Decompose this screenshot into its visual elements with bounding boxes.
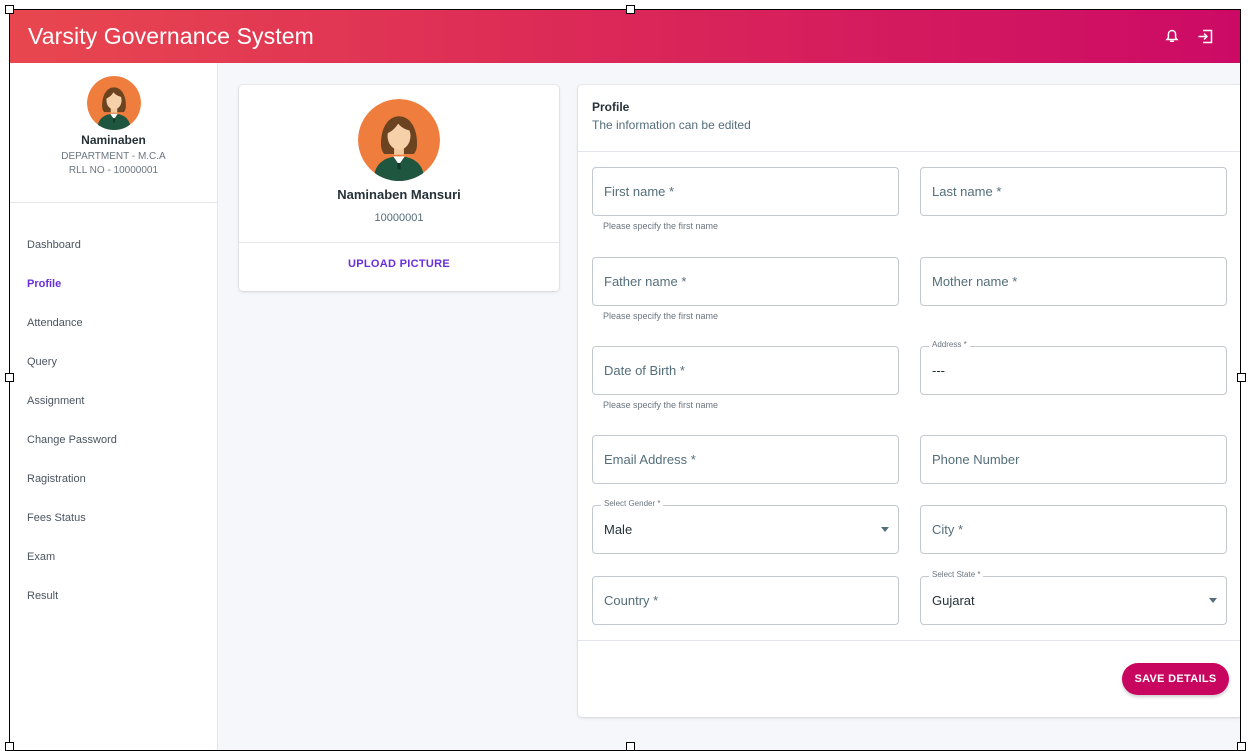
bell-icon[interactable] bbox=[1155, 20, 1189, 54]
form-subtitle: The information can be edited bbox=[592, 118, 751, 132]
form-divider bbox=[578, 640, 1241, 641]
resize-handle[interactable] bbox=[5, 742, 14, 751]
resize-handle[interactable] bbox=[626, 5, 635, 14]
address-value: --- bbox=[932, 363, 945, 378]
mother-name-field[interactable]: Mother name * bbox=[920, 257, 1227, 306]
sidebar-item-query[interactable]: Query bbox=[10, 342, 217, 381]
sidebar-item-result[interactable]: Result bbox=[10, 576, 217, 615]
date-of-birth-helper: Please specify the first name bbox=[603, 400, 719, 410]
address-field[interactable]: Address * --- bbox=[920, 340, 1227, 395]
save-details-button[interactable]: SAVE DETAILS bbox=[1122, 663, 1229, 695]
sidebar-item-attendance[interactable]: Attendance bbox=[10, 303, 217, 342]
profile-summary-body: Naminaben Mansuri 10000001 bbox=[239, 85, 559, 243]
chevron-down-icon bbox=[881, 527, 889, 532]
resize-handle[interactable] bbox=[1237, 742, 1246, 751]
top-app-bar: Varsity Governance System bbox=[10, 10, 1241, 63]
sidebar-item-registration[interactable]: Ragistration bbox=[10, 459, 217, 498]
email-field[interactable]: Email Address * bbox=[592, 435, 899, 484]
sidebar-item-profile[interactable]: Profile bbox=[10, 264, 217, 303]
state-value: Gujarat bbox=[932, 593, 975, 608]
last-name-placeholder: Last name * bbox=[932, 184, 1002, 199]
sidebar-user-department: DEPARTMENT - M.C.A bbox=[61, 151, 166, 162]
sidebar-item-dashboard[interactable]: Dashboard bbox=[10, 225, 217, 264]
last-name-field[interactable]: Last name * bbox=[920, 167, 1227, 216]
phone-placeholder: Phone Number bbox=[932, 452, 1020, 467]
city-field[interactable]: City * bbox=[920, 505, 1227, 554]
form-title: Profile bbox=[592, 100, 630, 114]
sidebar: Naminaben DEPARTMENT - M.C.A RLL NO - 10… bbox=[10, 63, 218, 751]
father-name-field[interactable]: Father name * bbox=[592, 257, 899, 306]
state-label: Select State * bbox=[929, 570, 984, 579]
app-title: Varsity Governance System bbox=[28, 23, 314, 49]
address-label: Address * bbox=[929, 340, 970, 349]
sidebar-nav: Dashboard Profile Attendance Query Assig… bbox=[10, 203, 217, 615]
state-select[interactable]: Select State * Gujarat bbox=[920, 570, 1227, 625]
sidebar-item-exam[interactable]: Exam bbox=[10, 537, 217, 576]
sidebar-item-assignment[interactable]: Assignment bbox=[10, 381, 217, 420]
father-name-placeholder: Father name * bbox=[604, 274, 687, 289]
sidebar-item-change-password[interactable]: Change Password bbox=[10, 420, 217, 459]
first-name-placeholder: First name * bbox=[604, 184, 675, 199]
upload-picture-button[interactable]: UPLOAD PICTURE bbox=[239, 243, 559, 289]
profile-summary-card: Naminaben Mansuri 10000001 UPLOAD PICTUR… bbox=[239, 85, 559, 291]
avatar bbox=[358, 99, 440, 181]
city-placeholder: City * bbox=[932, 522, 964, 537]
sidebar-user-roll: RLL NO - 10000001 bbox=[68, 165, 159, 176]
country-placeholder: Country * bbox=[604, 593, 659, 608]
avatar bbox=[86, 76, 141, 130]
chevron-down-icon bbox=[1209, 598, 1217, 603]
mother-name-placeholder: Mother name * bbox=[932, 274, 1018, 289]
date-of-birth-field[interactable]: Date of Birth * bbox=[592, 346, 899, 395]
gender-select[interactable]: Select Gender * Male bbox=[592, 499, 899, 554]
sidebar-user-info: Naminaben DEPARTMENT - M.C.A RLL NO - 10… bbox=[10, 63, 217, 203]
profile-form-card: Profile The information can be edited Fi… bbox=[578, 85, 1241, 717]
resize-handle[interactable] bbox=[5, 373, 14, 382]
first-name-field[interactable]: First name * bbox=[592, 167, 899, 216]
email-placeholder: Email Address * bbox=[604, 452, 696, 467]
logout-icon[interactable] bbox=[1189, 20, 1223, 54]
first-name-helper: Please specify the first name bbox=[603, 221, 719, 231]
gender-value: Male bbox=[604, 522, 633, 537]
sidebar-item-fees-status[interactable]: Fees Status bbox=[10, 498, 217, 537]
resize-handle[interactable] bbox=[1237, 373, 1246, 382]
country-field[interactable]: Country * bbox=[592, 576, 899, 625]
resize-handle[interactable] bbox=[626, 742, 635, 751]
father-name-helper: Please specify the first name bbox=[603, 311, 719, 321]
sidebar-user-name: Naminaben bbox=[81, 133, 146, 147]
date-of-birth-placeholder: Date of Birth * bbox=[604, 363, 685, 378]
resize-handle[interactable] bbox=[5, 5, 14, 14]
profile-roll-number: 10000001 bbox=[374, 212, 424, 224]
phone-field[interactable]: Phone Number bbox=[920, 435, 1227, 484]
gender-label: Select Gender * bbox=[601, 499, 664, 508]
app-window: Varsity Governance System Naminaben DEPA… bbox=[10, 10, 1241, 751]
form-header: Profile The information can be edited bbox=[578, 85, 1241, 152]
profile-full-name: Naminaben Mansuri bbox=[337, 187, 461, 202]
